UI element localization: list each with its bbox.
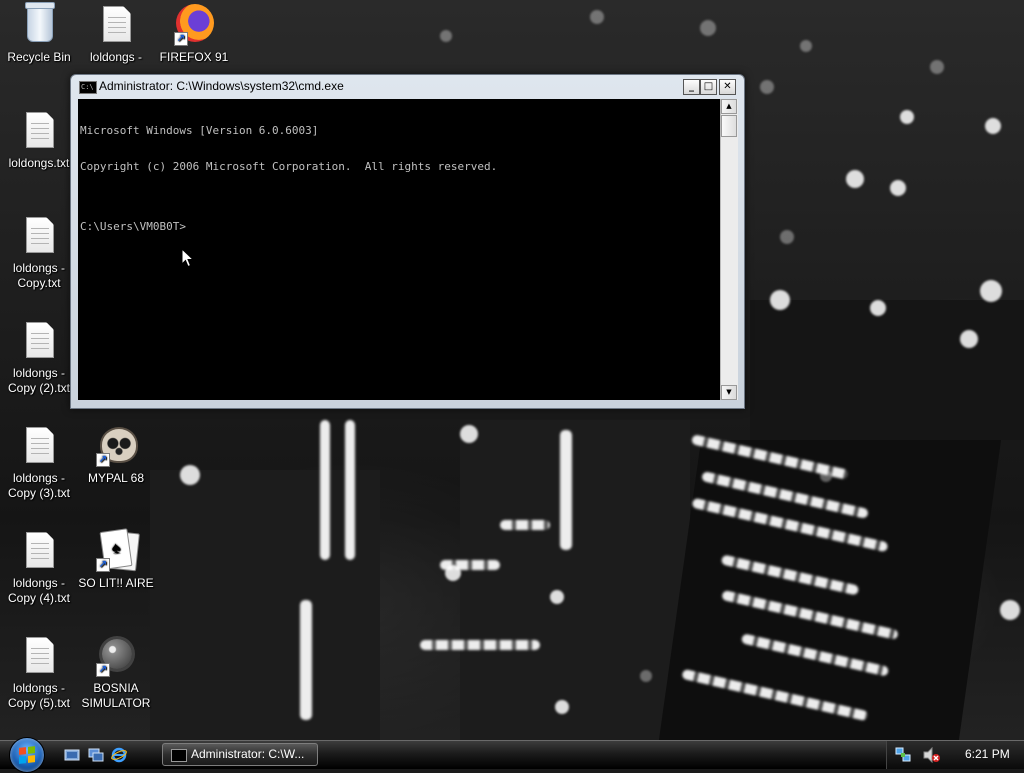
- minimize-button[interactable]: _: [683, 79, 700, 95]
- volume-muted-icon[interactable]: [923, 747, 941, 763]
- desktop-icon-label: SO LIT!! AIRE: [78, 576, 154, 590]
- desktop-icon-firefox-91[interactable]: ↗ FIREFOX 91: [156, 4, 232, 65]
- network-icon[interactable]: [895, 747, 911, 763]
- shortcut-arrow-icon: ↗: [96, 663, 110, 677]
- desktop-icon-loldongs-copy[interactable]: loldongs - Copy.txt: [1, 215, 77, 291]
- vertical-scrollbar[interactable]: ▲ ▼: [720, 99, 738, 400]
- text-file-icon: [26, 427, 54, 463]
- desktop-icon-label: loldongs - Copy (2).txt: [7, 366, 70, 395]
- text-file-icon: [26, 112, 54, 148]
- maximize-button[interactable]: □: [700, 79, 717, 95]
- shortcut-arrow-icon: ↗: [174, 32, 188, 46]
- recycle-bin-icon: [25, 2, 55, 42]
- desktop-icon-label: BOSNIA SIMULATOR: [81, 681, 151, 710]
- windows-logo-icon: [19, 746, 35, 764]
- switch-windows-icon[interactable]: [88, 747, 104, 763]
- desktop-icon-loldongs-txt[interactable]: loldongs.txt: [1, 110, 77, 171]
- taskbar-clock[interactable]: 6:21 PM: [965, 747, 1010, 761]
- system-tray: 6:21 PM: [886, 741, 1024, 769]
- desktop-icon-label: loldongs - Copy (4).txt: [7, 576, 70, 605]
- desktop-icon-loldongs[interactable]: loldongs -: [78, 4, 154, 65]
- shortcut-arrow-icon: ↗: [96, 453, 110, 467]
- cmd-icon: [171, 749, 187, 762]
- desktop-icon-label: MYPAL 68: [87, 471, 145, 485]
- text-file-icon: [26, 322, 54, 358]
- cmd-icon[interactable]: C:\: [79, 81, 97, 94]
- text-file-icon: [26, 532, 54, 568]
- desktop-icon-label: loldongs.txt: [8, 156, 70, 170]
- desktop-icon-mypal-68[interactable]: ↗ MYPAL 68: [78, 425, 154, 486]
- console-prompt: C:\Users\VM0B0T>: [80, 220, 186, 233]
- desktop-icon-loldongs-copy-2[interactable]: loldongs - Copy (2).txt: [1, 320, 77, 396]
- desktop-icon-recycle-bin[interactable]: Recycle Bin: [1, 2, 77, 65]
- shortcut-arrow-icon: ↗: [96, 558, 110, 572]
- desktop-icon-bosnia-simulator[interactable]: ↗ BOSNIA SIMULATOR: [78, 635, 154, 711]
- desktop-icon-label: FIREFOX 91: [159, 50, 229, 64]
- console-output[interactable]: Microsoft Windows [Version 6.0.6003] Cop…: [78, 99, 720, 400]
- desktop-icon-loldongs-copy-3[interactable]: loldongs - Copy (3).txt: [1, 425, 77, 501]
- text-file-icon: [26, 217, 54, 253]
- window-titlebar[interactable]: C:\ Administrator: C:\Windows\system32\c…: [71, 75, 744, 99]
- window-title: Administrator: C:\Windows\system32\cmd.e…: [99, 79, 344, 93]
- desktop-icon-solitaire[interactable]: ♠ ↗ SO LIT!! AIRE: [78, 528, 154, 591]
- close-button[interactable]: ✕: [719, 79, 736, 95]
- desktop-icon-label: loldongs - Copy (3).txt: [7, 471, 70, 500]
- desktop-icon-label: Recycle Bin: [7, 50, 71, 64]
- internet-explorer-icon[interactable]: [111, 747, 127, 763]
- text-file-icon: [103, 6, 131, 42]
- show-desktop-icon[interactable]: [64, 747, 80, 763]
- cmd-window[interactable]: C:\ Administrator: C:\Windows\system32\c…: [70, 74, 745, 409]
- desktop-icon-label: loldongs - Copy (5).txt: [7, 681, 70, 710]
- scroll-thumb[interactable]: [721, 115, 737, 137]
- text-file-icon: [26, 637, 54, 673]
- taskbar-item-label: Administrator: C:\W...: [191, 747, 305, 761]
- scroll-up-button[interactable]: ▲: [721, 99, 737, 114]
- desktop-icon-label: loldongs - Copy.txt: [12, 261, 66, 290]
- console-line: Copyright (c) 2006 Microsoft Corporation…: [80, 160, 498, 173]
- mouse-cursor-icon: [181, 248, 195, 268]
- console-line: Microsoft Windows [Version 6.0.6003]: [80, 124, 319, 137]
- desktop-icon-loldongs-copy-5[interactable]: loldongs - Copy (5).txt: [1, 635, 77, 711]
- taskbar: Administrator: C:\W... 6:21 PM: [0, 737, 1024, 773]
- taskbar-item-cmd[interactable]: Administrator: C:\W...: [162, 743, 318, 766]
- scroll-down-button[interactable]: ▼: [721, 385, 737, 400]
- desktop-icon-label: loldongs -: [89, 50, 143, 64]
- desktop-icon-loldongs-copy-4[interactable]: loldongs - Copy (4).txt: [1, 530, 77, 606]
